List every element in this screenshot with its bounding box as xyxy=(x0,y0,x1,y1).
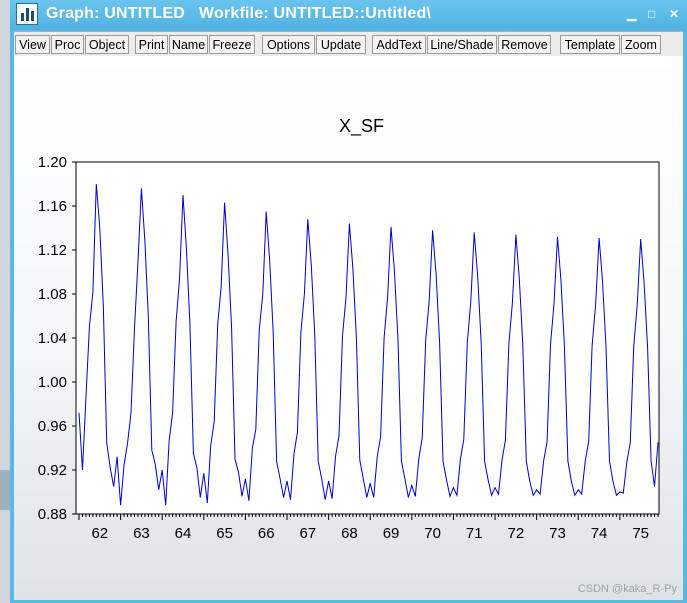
y-tick-label: 1.08 xyxy=(38,286,67,303)
x-tick-label: 72 xyxy=(508,525,525,542)
y-tick-label: 1.04 xyxy=(38,330,67,347)
name-button[interactable]: Name xyxy=(169,35,208,54)
x-tick-label: 69 xyxy=(383,525,400,542)
maximize-icon[interactable]: □ xyxy=(648,7,655,21)
line-shade-button[interactable]: Line/Shade xyxy=(427,35,497,54)
addtext-button[interactable]: AddText xyxy=(372,35,426,54)
object-button[interactable]: Object xyxy=(85,35,129,54)
graph-window: Graph: UNTITLED Workfile: UNTITLED::Unti… xyxy=(10,0,687,603)
line-chart: X_SF 1.20 1.16 1.12 1.08 1.04 1.00 0.96 0.92 0.88… xyxy=(38,116,660,542)
minimize-icon[interactable]: ▁ xyxy=(627,7,636,21)
x-tick-label: 67 xyxy=(299,525,316,542)
y-tick-label: 0.96 xyxy=(38,418,67,435)
y-tick-label: 0.88 xyxy=(38,506,67,523)
graph-area[interactable]: X_SF 1.20 1.16 1.12 1.08 1.04 1.00 0.96 0.92 0.88… xyxy=(14,56,683,600)
print-button[interactable]: Print xyxy=(135,35,168,54)
zoom-button[interactable]: Zoom xyxy=(621,35,661,54)
x-tick-label: 63 xyxy=(133,525,150,542)
toolbar: View Proc Object Print Name Freeze Optio… xyxy=(14,31,683,57)
x-tick-label: 66 xyxy=(258,525,275,542)
window-title: Graph: UNTITLED Workfile: UNTITLED::Unti… xyxy=(46,5,432,22)
options-button[interactable]: Options xyxy=(262,35,315,54)
x-tick-label: 65 xyxy=(216,525,233,542)
x-tick-label: 70 xyxy=(424,525,441,542)
remove-button[interactable]: Remove xyxy=(498,35,551,54)
watermark-text: CSDN @kaka_R-Py xyxy=(577,583,677,595)
template-button[interactable]: Template xyxy=(560,35,620,54)
x-tick-label: 64 xyxy=(175,525,192,542)
plot-frame xyxy=(75,161,660,515)
graph-app-icon xyxy=(16,3,38,25)
y-tick-label: 1.16 xyxy=(38,198,67,215)
y-tick-label: 0.92 xyxy=(38,462,67,479)
x-tick-label: 68 xyxy=(341,525,358,542)
x-tick-label: 75 xyxy=(632,525,649,542)
chart-title: X_SF xyxy=(339,116,384,137)
x-tick-label: 74 xyxy=(591,525,608,542)
update-button[interactable]: Update xyxy=(316,35,366,54)
x-tick-label: 62 xyxy=(91,525,108,542)
y-tick-label: 1.00 xyxy=(38,374,67,391)
y-tick-label: 1.20 xyxy=(38,154,67,171)
x-tick-label: 71 xyxy=(466,525,483,542)
proc-button[interactable]: Proc xyxy=(51,35,84,54)
x-tick-label: 73 xyxy=(549,525,566,542)
close-icon[interactable]: ✕ xyxy=(669,7,679,21)
y-tick-label: 1.12 xyxy=(38,242,67,259)
view-button[interactable]: View xyxy=(15,35,50,54)
freeze-button[interactable]: Freeze xyxy=(209,35,255,54)
title-bar[interactable]: Graph: UNTITLED Workfile: UNTITLED::Unti… xyxy=(10,0,687,30)
background-window-edge xyxy=(0,470,10,510)
